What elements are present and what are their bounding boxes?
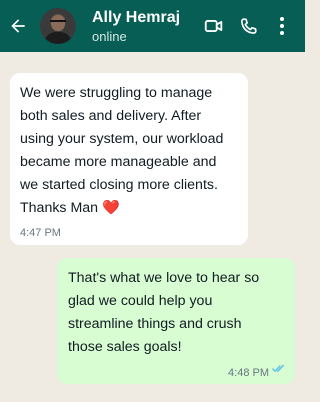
contact-name: Ally Hemraj <box>92 8 181 26</box>
heart-emoji: ❤️ <box>102 200 120 216</box>
outgoing-message[interactable]: That's what we love to hear so glad we c… <box>57 258 295 384</box>
message-text: We were struggling to manage both sales … <box>20 82 238 220</box>
more-vert-icon <box>280 17 284 35</box>
message-text: That's what we love to hear so glad we c… <box>68 270 260 355</box>
header-actions <box>197 0 299 52</box>
more-options-button[interactable] <box>265 6 299 46</box>
avatar[interactable] <box>40 8 76 44</box>
message-time: 4:48 PM <box>228 367 269 379</box>
contact-info[interactable]: Ally Hemraj online <box>92 8 180 45</box>
contact-status: online <box>92 28 127 44</box>
message-time: 4:47 PM <box>20 227 61 239</box>
read-ticks-icon <box>272 364 284 372</box>
back-arrow-icon <box>11 19 25 33</box>
incoming-message[interactable]: We were struggling to manage both sales … <box>10 73 248 245</box>
message-body: We were struggling to manage both sales … <box>20 85 224 216</box>
video-call-icon <box>204 20 223 32</box>
phone-icon <box>240 17 257 34</box>
voice-call-button[interactable] <box>231 6 265 46</box>
video-call-button[interactable] <box>197 6 231 46</box>
chat-header: Ally Hemraj online <box>0 0 305 52</box>
back-button[interactable] <box>0 0 36 52</box>
